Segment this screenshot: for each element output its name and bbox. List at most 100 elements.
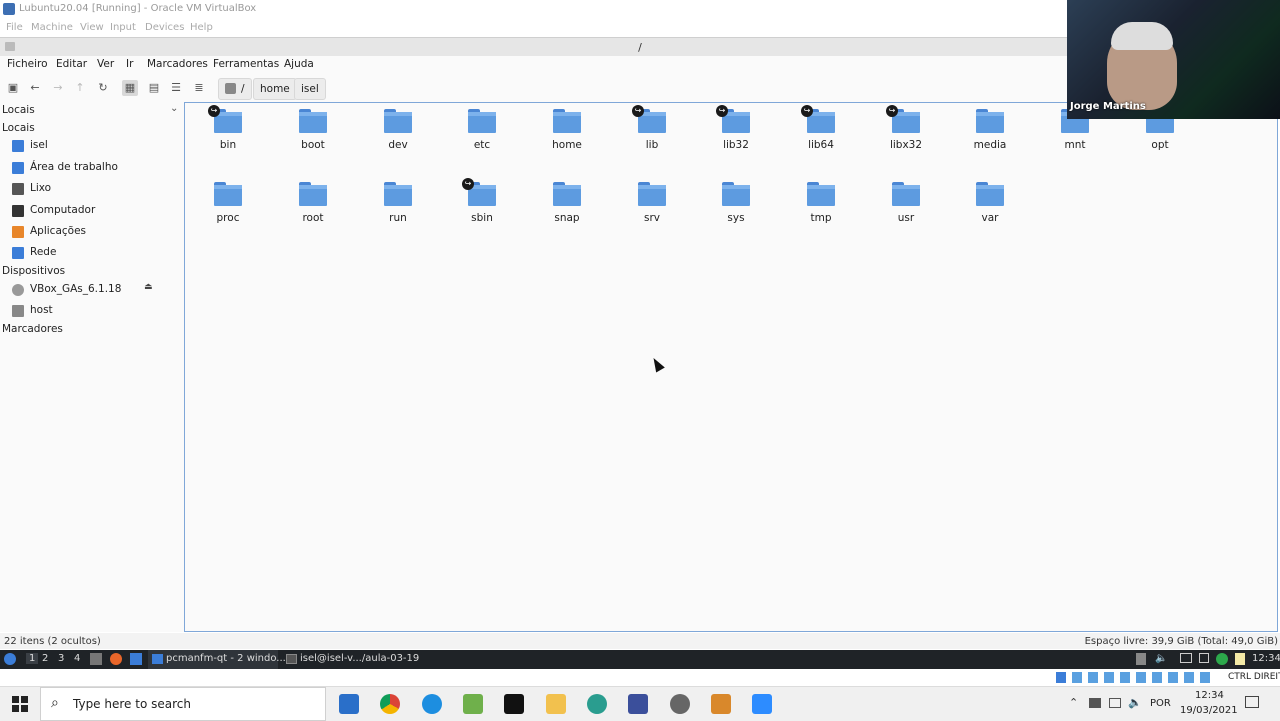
host-menu-devices[interactable]: Devices xyxy=(145,22,184,33)
up-icon[interactable]: ↑ xyxy=(72,80,88,96)
whatsapp-icon[interactable] xyxy=(587,694,607,714)
webcam-overlay: Jorge Martins xyxy=(1067,0,1280,119)
updates-icon[interactable] xyxy=(1216,653,1228,665)
workspace-2[interactable]: 2 xyxy=(42,653,48,664)
sidebar-mode-select[interactable]: Locais xyxy=(2,104,35,116)
file-name: mnt xyxy=(1064,139,1086,151)
desktop-icon xyxy=(12,162,24,174)
file-view[interactable]: ↪ bin boot dev etc home ↪ lib ↪ lib32 ↪ lib64 ↪ libx3… xyxy=(184,102,1278,632)
file-item[interactable]: usr xyxy=(871,182,941,224)
workspace-1[interactable]: 1 xyxy=(26,653,39,664)
notes-icon[interactable] xyxy=(1235,653,1245,665)
detailed-view-icon[interactable]: ≣ xyxy=(191,80,207,96)
file-item[interactable]: etc xyxy=(447,109,517,151)
chevron-down-icon[interactable]: ⌄ xyxy=(170,103,178,114)
notification-icon[interactable] xyxy=(1245,696,1259,708)
icon-view-icon[interactable]: ▦ xyxy=(122,80,138,96)
eject-icon[interactable]: ⏏ xyxy=(144,282,153,292)
settings-icon[interactable] xyxy=(670,694,690,714)
workspace-3[interactable]: 3 xyxy=(58,653,64,664)
file-item[interactable]: ↪ lib32 xyxy=(701,105,771,151)
file-item[interactable]: tmp xyxy=(786,182,856,224)
menu-ferramentas[interactable]: Ferramentas xyxy=(213,58,279,70)
zoom-icon[interactable] xyxy=(752,694,772,714)
host-menu-input[interactable]: Input xyxy=(110,22,136,33)
virtualbox-app-icon[interactable] xyxy=(628,694,648,714)
sidebar-item-host[interactable]: host xyxy=(10,303,178,319)
file-item[interactable]: srv xyxy=(617,182,687,224)
battery-icon[interactable] xyxy=(1089,698,1101,708)
menu-ir[interactable]: Ir xyxy=(126,58,133,70)
disc-icon xyxy=(12,284,24,296)
workspace-4[interactable]: 4 xyxy=(74,653,80,664)
explorer-icon[interactable] xyxy=(546,694,566,714)
chevron-up-icon[interactable]: ⌃ xyxy=(1069,696,1078,709)
breadcrumb-isel[interactable]: isel xyxy=(294,78,326,100)
new-tab-icon[interactable]: ▣ xyxy=(5,80,21,96)
sidebar-item-computer[interactable]: Computador xyxy=(10,203,178,219)
breadcrumb-home[interactable]: home xyxy=(253,78,297,100)
firefox-icon[interactable] xyxy=(110,653,122,665)
refresh-icon[interactable]: ↻ xyxy=(95,80,111,96)
host-menu-view[interactable]: View xyxy=(80,22,104,33)
sidebar-item-network[interactable]: Rede xyxy=(10,245,178,261)
network-tray-icon[interactable] xyxy=(1199,653,1209,663)
language-indicator[interactable]: POR xyxy=(1150,698,1171,709)
file-item[interactable]: root xyxy=(278,182,348,224)
edge-icon[interactable] xyxy=(422,694,442,714)
file-name: boot xyxy=(301,139,325,151)
sidebar-item-desktop[interactable]: Área de trabalho xyxy=(10,160,178,176)
file-item[interactable]: snap xyxy=(532,182,602,224)
outlook-icon[interactable] xyxy=(339,694,359,714)
host-menu-machine[interactable]: Machine xyxy=(31,22,73,33)
menu-editar[interactable]: Editar xyxy=(56,58,87,70)
windows-start-icon[interactable] xyxy=(12,696,28,712)
file-item[interactable]: proc xyxy=(193,182,263,224)
thumbnail-view-icon[interactable]: ▤ xyxy=(146,80,162,96)
compact-view-icon[interactable]: ☰ xyxy=(168,80,184,96)
terminal-app-icon[interactable] xyxy=(504,694,524,714)
file-item[interactable]: dev xyxy=(363,109,433,151)
breadcrumb-root[interactable]: / xyxy=(218,78,252,100)
menu-ficheiro[interactable]: Ficheiro xyxy=(7,58,48,70)
taskbar-date[interactable]: 19/03/2021 xyxy=(1180,705,1238,716)
back-icon[interactable]: ← xyxy=(27,80,43,96)
file-item[interactable]: boot xyxy=(278,109,348,151)
task-terminal[interactable]: isel@isel-v.../aula-03-19 xyxy=(282,650,432,669)
host-menu-help[interactable]: Help xyxy=(190,22,213,33)
file-item[interactable]: sys xyxy=(701,182,771,224)
chrome-icon[interactable] xyxy=(380,694,400,714)
volume-icon[interactable]: 🔈 xyxy=(1155,653,1167,664)
speaker-icon[interactable]: 🔈 xyxy=(1128,696,1142,709)
clipboard-icon[interactable] xyxy=(1136,653,1146,665)
taskbar-search[interactable]: ⌕ Type here to search xyxy=(40,687,326,721)
file-item[interactable]: ↪ lib64 xyxy=(786,105,856,151)
file-item[interactable]: ↪ libx32 xyxy=(871,105,941,151)
start-menu-icon[interactable] xyxy=(4,653,16,665)
task-pcmanfm[interactable]: pcmanfm-qt - 2 windo... xyxy=(148,650,286,669)
taskbar-time[interactable]: 12:34 xyxy=(1195,690,1224,701)
file-item[interactable]: run xyxy=(363,182,433,224)
file-item[interactable]: ↪ sbin xyxy=(447,178,517,224)
monitor-icon[interactable] xyxy=(1180,653,1192,663)
sidebar-item-applications[interactable]: Aplicações xyxy=(10,224,178,240)
file-item[interactable]: var xyxy=(955,182,1025,224)
file-item[interactable]: media xyxy=(955,109,1025,151)
sidebar-item-trash[interactable]: Lixo xyxy=(10,181,178,197)
archive-app-icon[interactable] xyxy=(711,694,731,714)
sidebar-item-isel[interactable]: isel xyxy=(10,138,178,154)
paint-icon[interactable] xyxy=(463,694,483,714)
menu-ajuda[interactable]: Ajuda xyxy=(284,58,314,70)
menu-marcadores[interactable]: Marcadores xyxy=(147,58,208,70)
show-desktop-icon[interactable] xyxy=(90,653,102,665)
symlink-icon: ↪ xyxy=(462,178,474,190)
file-item[interactable]: home xyxy=(532,109,602,151)
file-item[interactable]: ↪ lib xyxy=(617,105,687,151)
menu-ver[interactable]: Ver xyxy=(97,58,114,70)
host-menu-file[interactable]: File xyxy=(6,22,23,33)
forward-icon[interactable]: → xyxy=(50,80,66,96)
file-item[interactable]: ↪ bin xyxy=(193,105,263,151)
file-manager-icon[interactable] xyxy=(130,653,142,665)
network-status-icon[interactable] xyxy=(1109,698,1121,708)
sidebar-item-vbox-gas[interactable]: VBox_GAs_6.1.18 ⏏ xyxy=(10,282,178,298)
